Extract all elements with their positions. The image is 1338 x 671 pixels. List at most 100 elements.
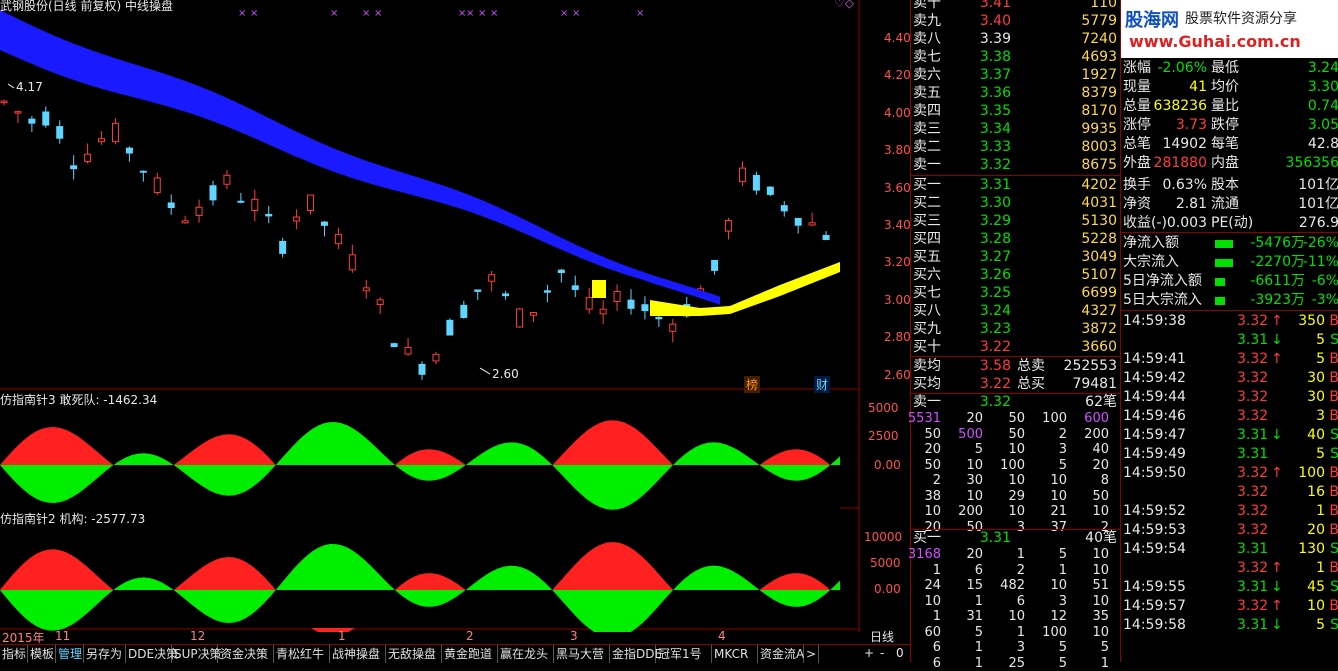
money-flow-row: 5日大宗流入-3923万-3% (1121, 291, 1338, 310)
tab-12[interactable]: 黑马大营 (554, 645, 610, 663)
ask-label: 卖九 (913, 12, 941, 30)
queue-cell: 24 (905, 578, 941, 594)
tick-row: 14:59:383.32↑350B (1121, 312, 1338, 331)
bid-level-row[interactable]: 买六3.265107 (911, 266, 1121, 284)
tab-10[interactable]: 黄金跑道 (442, 645, 498, 663)
tab-9[interactable]: 无敌操盘 (386, 645, 442, 663)
queue-cell: 21 (1031, 504, 1067, 520)
tab-4[interactable]: DDE决策 (126, 645, 172, 663)
queue-cell: 35 (1073, 609, 1109, 625)
queue-cell: 2 (905, 473, 941, 489)
money-flow-row: 5日净流入额-6611万-6% (1121, 272, 1338, 291)
tick-price: 3.31 (1237, 616, 1268, 635)
tick-price: 3.32 (1237, 559, 1268, 578)
tick-time: 14:59:57 (1123, 597, 1186, 616)
flow-value: -5476万 (1250, 234, 1305, 253)
bid-level-row[interactable]: 买一3.314202 (911, 176, 1121, 194)
tab-1[interactable]: 模板 (28, 645, 56, 663)
bid-volume: 6699 (1081, 284, 1117, 302)
tick-arrow: ↑ (1271, 350, 1283, 369)
tab-5[interactable]: SUP决策 (172, 645, 218, 663)
tab-0[interactable]: 指标 (0, 645, 28, 663)
flow-label: 净流入额 (1123, 234, 1179, 253)
tab-7[interactable]: 青松红牛 (274, 645, 330, 663)
flow-value: -3923万 (1250, 291, 1305, 310)
tick-flag: B (1329, 502, 1338, 521)
tab-2[interactable]: 管理 (56, 645, 84, 663)
tab-8[interactable]: 战神操盘 (330, 645, 386, 663)
ask-level-row[interactable]: 卖四3.358170 (911, 102, 1121, 120)
tick-row: 14:59:573.32↑10B (1121, 597, 1338, 616)
tick-row: 14:59:583.31↓5S (1121, 616, 1338, 635)
ask-level-row[interactable]: 卖三3.349935 (911, 120, 1121, 138)
bid-level-row[interactable]: 买五3.273049 (911, 248, 1121, 266)
ask-level-row[interactable]: 卖二3.338003 (911, 138, 1121, 156)
order-book-panel: 卖十3.41110卖九3.405779卖八3.397240卖七3.384693卖… (910, 0, 1121, 662)
ind2-tick: 10000 (864, 530, 902, 544)
bid-label: 买六 (913, 266, 941, 284)
ask-level-row[interactable]: 卖八3.397240 (911, 30, 1121, 48)
bid-level-row[interactable]: 买三3.295130 (911, 212, 1121, 230)
ask-volume: 5779 (1081, 12, 1117, 30)
ask-volume: 8675 (1081, 156, 1117, 174)
tab-scroll-right[interactable]: > (804, 645, 819, 663)
bid-level-row[interactable]: 买九3.233872 (911, 320, 1121, 338)
kline-chart[interactable]: ×× ××× ×××× ××× (0, 0, 860, 632)
bang-marker[interactable]: 榜 (744, 376, 760, 393)
ask-label: 卖二 (913, 138, 941, 156)
info-value: 356356 (1286, 154, 1338, 173)
period-label[interactable]: 日线 (870, 628, 894, 645)
tab-11[interactable]: 赢在龙头 (498, 645, 554, 663)
info-row: 涨幅-2.06%最低3.24 (1121, 59, 1338, 78)
bid-level-row[interactable]: 买十3.223660 (911, 338, 1121, 356)
zoom-in-button[interactable]: + (864, 646, 874, 660)
svg-text:×: × (374, 8, 382, 19)
info-label: 收益(-) (1123, 214, 1167, 233)
tab-15[interactable]: MKCR (712, 645, 758, 663)
queue-cell: 1 (947, 656, 983, 671)
info-value: 281880 (1154, 154, 1207, 173)
ind1-tick: 2500 (868, 429, 899, 443)
info-label: 外盘 (1123, 154, 1151, 173)
ask-price: 3.39 (961, 30, 1011, 48)
tick-row: 3.31↓5S (1121, 331, 1338, 350)
tick-row: 14:59:503.32↑100B (1121, 464, 1338, 483)
tab-14[interactable]: 冠军1号 (656, 645, 712, 663)
tick-price: 3.32 (1237, 521, 1268, 540)
queue-cell: 5 (1073, 640, 1109, 656)
ask-level-row[interactable]: 卖五3.368379 (911, 84, 1121, 102)
indicator1-title: 仿指南针3 敢死队: -1462.34 (0, 391, 157, 408)
tab-13[interactable]: 金指DDE (610, 645, 656, 663)
bid-level-row[interactable]: 买四3.285228 (911, 230, 1121, 248)
info-label: 换手 (1123, 176, 1151, 195)
bid-level-row[interactable]: 买二3.304031 (911, 194, 1121, 212)
ask-price: 3.34 (961, 120, 1011, 138)
chart-title: 武钢股份(日线 前复权) 中线操盘 (0, 0, 173, 14)
ask-level-row[interactable]: 卖六3.371927 (911, 66, 1121, 84)
tab-6[interactable]: 资金决策 (218, 645, 274, 663)
bid-price: 3.23 (961, 320, 1011, 338)
tab-3[interactable]: 另存为 (84, 645, 126, 663)
bid-level-row[interactable]: 买七3.256699 (911, 284, 1121, 302)
ask-level-row[interactable]: 卖一3.328675 (911, 156, 1121, 174)
ask-level-row[interactable]: 卖九3.405779 (911, 12, 1121, 30)
queue-cell: 29 (989, 489, 1025, 505)
ask-label: 卖八 (913, 30, 941, 48)
ask-volume: 8003 (1081, 138, 1117, 156)
ask-level-row[interactable]: 卖十3.41110 (911, 0, 1121, 12)
tick-flag: B (1329, 483, 1338, 502)
tick-flag: S (1330, 540, 1338, 559)
bid-level-row[interactable]: 买八3.244327 (911, 302, 1121, 320)
queue-cell: 10 (1073, 625, 1109, 641)
tick-time: 14:59:44 (1123, 388, 1186, 407)
queue-cell: 3 (1031, 594, 1067, 610)
zoom-reset-button[interactable]: 0 (896, 646, 904, 660)
tab-16[interactable]: 资金流A (758, 645, 804, 663)
queue-cell: 50 (989, 427, 1025, 443)
chart-area[interactable]: ×× ××× ×××× ××× 武钢股份(日线 前复权) 中线操盘 ♡◇ 4.1… (0, 0, 860, 632)
queue-cell: 3168 (905, 547, 941, 563)
bid-price: 3.28 (961, 230, 1011, 248)
zoom-out-button[interactable]: - (880, 646, 884, 660)
cai-marker[interactable]: 财 (814, 376, 830, 393)
ask-level-row[interactable]: 卖七3.384693 (911, 48, 1121, 66)
